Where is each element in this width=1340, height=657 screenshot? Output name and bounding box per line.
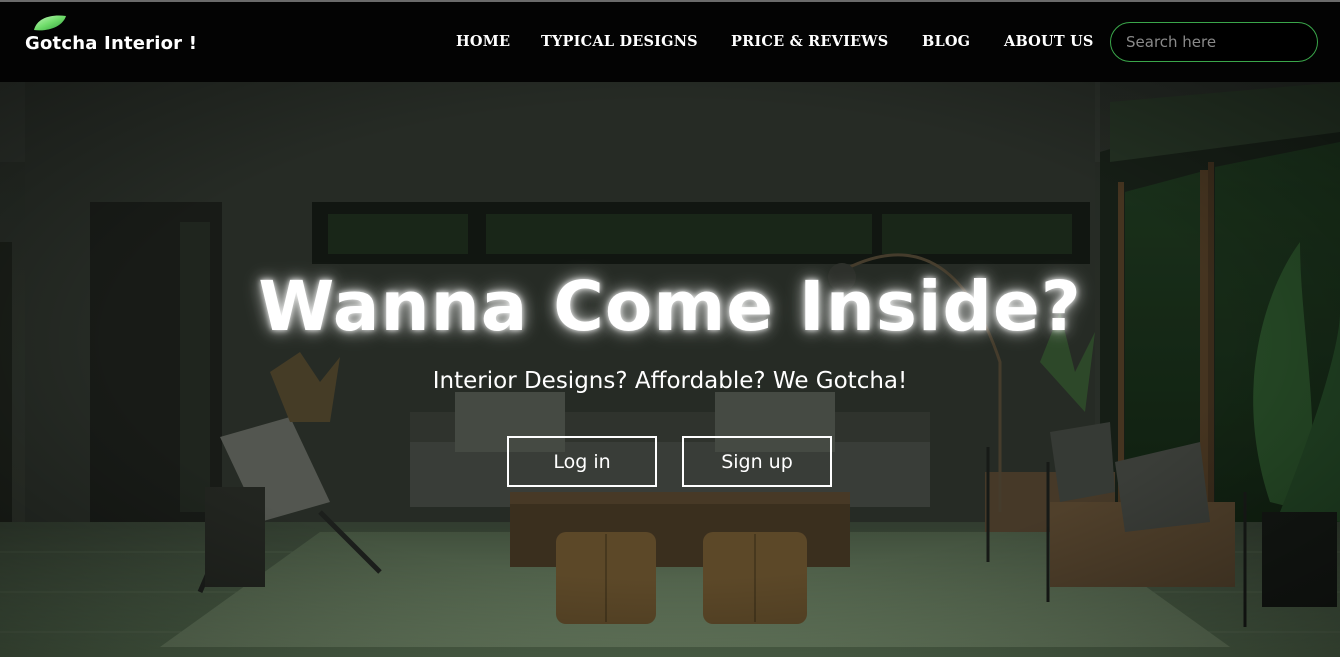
leaf-icon [34,15,66,31]
hero-subtitle: Interior Designs? Affordable? We Gotcha! [432,368,908,394]
nav-home[interactable]: HOME [456,33,510,50]
navbar: Gotcha Interior ! HOME TYPICAL DESIGNS P… [0,2,1340,82]
hero-title: Wanna Come Inside? [258,267,1082,347]
nav-about-us[interactable]: ABOUT US [1004,33,1094,50]
login-button[interactable]: Log in [507,436,657,487]
nav-typical-designs[interactable]: TYPICAL DESIGNS [541,33,698,50]
hero-section: Wanna Come Inside? Interior Designs? Aff… [0,82,1340,657]
signup-button[interactable]: Sign up [682,436,832,487]
nav-blog[interactable]: BLOG [922,33,970,50]
search-input[interactable] [1110,22,1318,62]
hero-content: Wanna Come Inside? Interior Designs? Aff… [0,82,1340,657]
brand-name: Gotcha Interior ! [25,33,198,54]
nav-price-reviews[interactable]: PRICE & REVIEWS [731,33,888,50]
